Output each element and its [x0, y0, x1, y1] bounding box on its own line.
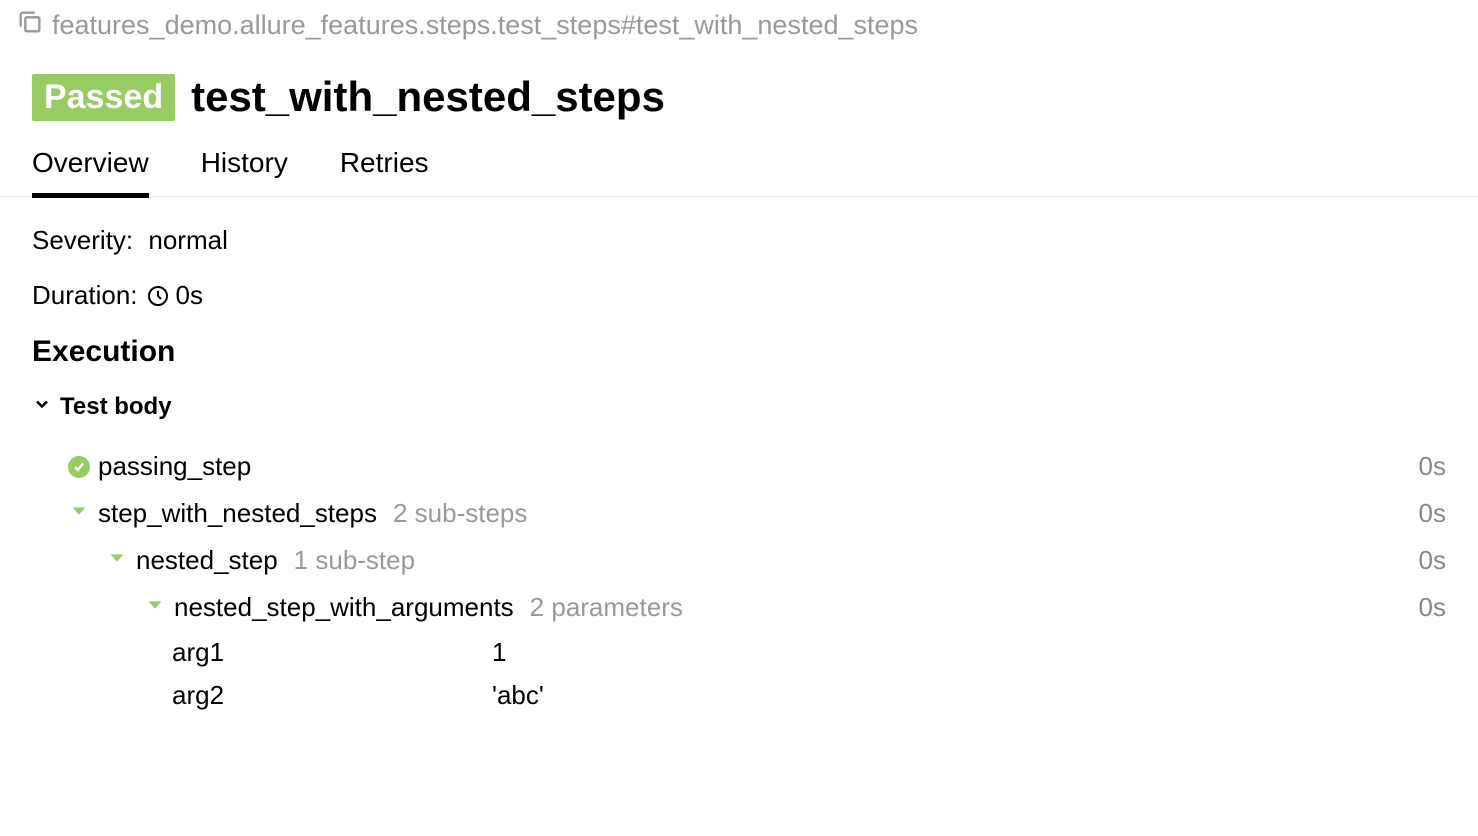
tab-retries[interactable]: Retries — [340, 137, 429, 198]
breadcrumb: features_demo.allure_features.steps.test… — [0, 0, 1478, 51]
step-duration: 0s — [1419, 545, 1446, 576]
duration-row: Duration: 0s — [32, 280, 1446, 311]
execution-heading: Execution — [32, 335, 1446, 369]
param-row: arg1 1 — [32, 631, 1446, 674]
severity-row: Severity: normal — [32, 225, 1446, 256]
param-name: arg2 — [172, 680, 492, 711]
tab-overview[interactable]: Overview — [32, 137, 149, 198]
step-hint: 2 sub-steps — [393, 498, 527, 529]
content: Severity: normal Duration: 0s Execution … — [0, 197, 1478, 745]
step-name: passing_step — [98, 451, 251, 482]
chevron-down-icon — [68, 498, 90, 529]
step-passing[interactable]: passing_step 0s — [32, 443, 1446, 490]
duration-value: 0s — [176, 280, 203, 311]
step-duration: 0s — [1419, 451, 1446, 482]
check-circle-icon — [68, 456, 90, 478]
copy-icon[interactable] — [16, 8, 44, 43]
status-badge: Passed — [32, 74, 175, 121]
breadcrumb-text: features_demo.allure_features.steps.test… — [52, 10, 918, 41]
test-body-toggle[interactable]: Test body — [32, 393, 1446, 421]
tab-history[interactable]: History — [201, 137, 288, 198]
param-value: 'abc' — [492, 680, 544, 711]
test-body-label: Test body — [60, 393, 172, 421]
step-name: nested_step — [136, 545, 278, 576]
severity-value: normal — [148, 225, 227, 256]
clock-icon — [146, 284, 170, 308]
chevron-down-icon — [144, 592, 166, 623]
param-value: 1 — [492, 637, 506, 668]
chevron-down-icon — [106, 545, 128, 576]
severity-label: Severity: — [32, 225, 133, 256]
step-name: nested_step_with_arguments — [174, 592, 514, 623]
title-row: Passed test_with_nested_steps — [0, 51, 1478, 137]
step-hint: 1 sub-step — [294, 545, 415, 576]
step-nested[interactable]: nested_step 1 sub-step 0s — [32, 537, 1446, 584]
chevron-down-icon — [32, 393, 52, 421]
test-title: test_with_nested_steps — [191, 73, 665, 121]
step-with-nested[interactable]: step_with_nested_steps 2 sub-steps 0s — [32, 490, 1446, 537]
param-row: arg2 'abc' — [32, 674, 1446, 717]
tabs: Overview History Retries — [0, 137, 1478, 197]
step-nested-args[interactable]: nested_step_with_arguments 2 parameters … — [32, 584, 1446, 631]
step-duration: 0s — [1419, 498, 1446, 529]
duration-label: Duration: — [32, 280, 138, 311]
param-name: arg1 — [172, 637, 492, 668]
step-name: step_with_nested_steps — [98, 498, 377, 529]
step-hint: 2 parameters — [530, 592, 683, 623]
step-duration: 0s — [1419, 592, 1446, 623]
